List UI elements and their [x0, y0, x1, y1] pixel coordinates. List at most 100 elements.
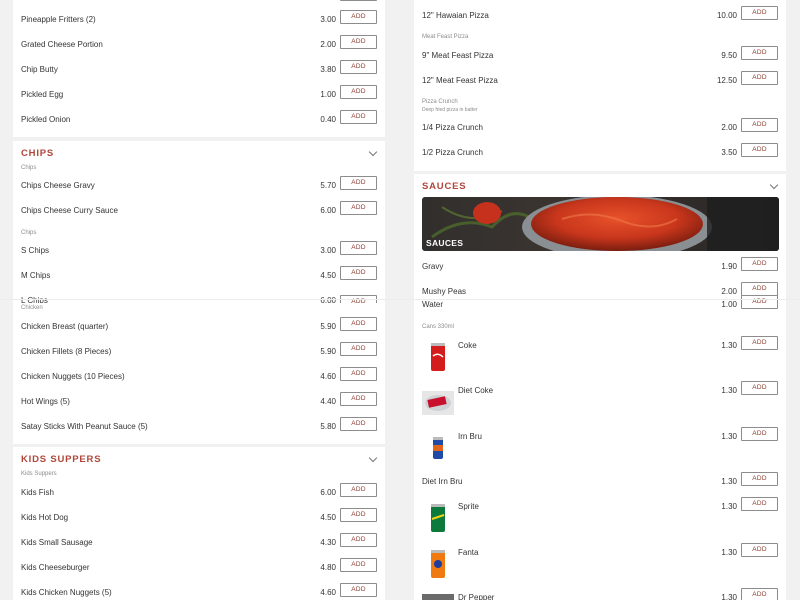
add-button[interactable]: ADD: [340, 508, 377, 522]
add-button[interactable]: ADD: [741, 295, 778, 309]
section-title-sauces[interactable]: SAUCES: [422, 181, 466, 192]
add-button[interactable]: ADD: [741, 497, 778, 511]
menu-item: Chicken Fillets (8 Pieces) 5.90 ADD: [13, 342, 385, 371]
item-price: 4.60: [320, 372, 336, 381]
item-name: Chicken Breast (quarter): [21, 322, 109, 331]
item-price: 1.30: [721, 593, 737, 600]
add-button[interactable]: ADD: [340, 0, 377, 1]
menu-item: Kids Chicken Nuggets (5) 4.60 ADD: [13, 583, 385, 600]
add-button[interactable]: ADD: [340, 266, 377, 280]
item-price: 1.30: [721, 432, 737, 441]
group-label: Cans 330ml: [422, 324, 455, 330]
item-price: 1.30: [721, 502, 737, 511]
add-button[interactable]: ADD: [741, 257, 778, 271]
menu-item: 1/2 Pizza Crunch 3.50 ADD: [414, 143, 786, 172]
sauce-bowl-illustration: [422, 197, 779, 251]
group-label: Chips: [21, 165, 37, 171]
add-button[interactable]: ADD: [741, 543, 778, 557]
chevron-down-icon[interactable]: [368, 147, 378, 157]
add-button[interactable]: ADD: [741, 282, 778, 296]
item-price: 1.90: [721, 262, 737, 271]
add-button[interactable]: ADD: [340, 201, 377, 215]
menu-item: Coke 1.30 ADD: [414, 336, 786, 380]
section-title-chips[interactable]: CHIPS: [21, 148, 54, 159]
item-price: 3.50: [721, 148, 737, 157]
section-title-kids-suppers[interactable]: KIDS SUPPERS: [21, 454, 101, 465]
menu-item: 12" Hawaian Pizza 10.00 ADD: [414, 6, 786, 35]
add-button[interactable]: ADD: [340, 417, 377, 431]
add-button[interactable]: ADD: [340, 35, 377, 49]
add-button[interactable]: ADD: [741, 588, 778, 600]
chevron-down-icon[interactable]: [368, 453, 378, 463]
item-name: Sprite: [458, 502, 479, 511]
fanta-can-icon: [431, 550, 445, 578]
item-name: Irn Bru: [458, 432, 483, 441]
item-price: 2.00: [320, 40, 336, 49]
item-name: Pickled Egg: [21, 90, 64, 99]
menu-item: Chip Butty 3.80 ADD: [13, 60, 385, 89]
irn-bru-can-icon: [433, 437, 443, 459]
menu-item: Kids Fish 6.00 ADD: [13, 483, 385, 512]
item-name: Chips Cheese Gravy: [21, 181, 95, 190]
item-price: 5.80: [320, 422, 336, 431]
banner-label: SAUCES: [426, 238, 464, 248]
add-button[interactable]: ADD: [340, 241, 377, 255]
item-price: 5.90: [320, 322, 336, 331]
add-button[interactable]: ADD: [741, 472, 778, 486]
add-button[interactable]: ADD: [340, 85, 377, 99]
item-name: 9" Meat Feast Pizza: [422, 51, 494, 60]
add-button[interactable]: ADD: [741, 381, 778, 395]
add-button[interactable]: ADD: [340, 60, 377, 74]
item-name: Mushy Peas: [422, 287, 467, 296]
add-button[interactable]: ADD: [741, 143, 778, 157]
add-button[interactable]: ADD: [340, 10, 377, 24]
add-button[interactable]: ADD: [340, 342, 377, 356]
item-name: Chips Cheese Curry Sauce: [21, 206, 118, 215]
menu-card-sauces: SAUCES SAUCES Gravy 1.90 ADD Mushy Peas …: [414, 174, 786, 600]
item-price: 1.00: [320, 90, 336, 99]
item-name: 12" Meat Feast Pizza: [422, 76, 498, 85]
item-price: 1.30: [721, 548, 737, 557]
item-price: 3.80: [320, 65, 336, 74]
group-subtitle: Deep fried pizza in batter: [422, 107, 478, 113]
menu-item: M Chips 4.50 ADD: [13, 266, 385, 295]
menu-item: Gravy 1.90 ADD: [414, 257, 786, 286]
add-button[interactable]: ADD: [741, 427, 778, 441]
item-price: 1.30: [721, 477, 737, 486]
item-price: 1.30: [721, 386, 737, 395]
add-button[interactable]: ADD: [340, 583, 377, 597]
menu-item: Chips Cheese Curry Sauce 6.00 ADD: [13, 201, 385, 230]
add-button[interactable]: ADD: [340, 110, 377, 124]
add-button[interactable]: ADD: [340, 176, 377, 190]
add-button[interactable]: ADD: [340, 558, 377, 572]
menu-card-extras: ADD Pineapple Fritters (2) 3.00 ADD Grat…: [13, 0, 385, 137]
add-button[interactable]: ADD: [741, 336, 778, 350]
dr-pepper-can-icon: [422, 594, 454, 600]
page-divider: [0, 299, 800, 300]
menu-card-kids-suppers: KIDS SUPPERS Kids Suppers Kids Fish 6.00…: [13, 447, 385, 600]
menu-item: Kids Small Sausage 4.30 ADD: [13, 533, 385, 562]
add-button[interactable]: ADD: [340, 533, 377, 547]
menu-item: Fanta 1.30 ADD: [414, 543, 786, 587]
add-button[interactable]: ADD: [340, 483, 377, 497]
add-button[interactable]: ADD: [340, 367, 377, 381]
group-label: Chips: [21, 230, 37, 236]
item-name: M Chips: [21, 271, 51, 280]
add-button[interactable]: ADD: [741, 71, 778, 85]
item-name: Grated Cheese Portion: [21, 40, 103, 49]
menu-item: Water 1.00 ADD: [414, 295, 786, 324]
item-price: 3.00: [320, 246, 336, 255]
add-button[interactable]: ADD: [741, 118, 778, 132]
add-button[interactable]: ADD: [741, 46, 778, 60]
menu-card-pizza: 12" Hawaian Pizza 10.00 ADD Meat Feast P…: [414, 0, 786, 171]
menu-item: Diet Coke 1.30 ADD: [414, 381, 786, 425]
add-button[interactable]: ADD: [340, 392, 377, 406]
add-button[interactable]: ADD: [741, 6, 778, 20]
add-button[interactable]: ADD: [340, 317, 377, 331]
chevron-down-icon[interactable]: [769, 180, 779, 190]
item-name: Kids Small Sausage: [21, 538, 93, 547]
item-name: Diet Coke: [458, 386, 494, 395]
item-name: Kids Fish: [21, 488, 54, 497]
menu-item: S Chips 3.00 ADD: [13, 241, 385, 270]
menu-item: Chicken Breast (quarter) 5.90 ADD: [13, 317, 385, 346]
